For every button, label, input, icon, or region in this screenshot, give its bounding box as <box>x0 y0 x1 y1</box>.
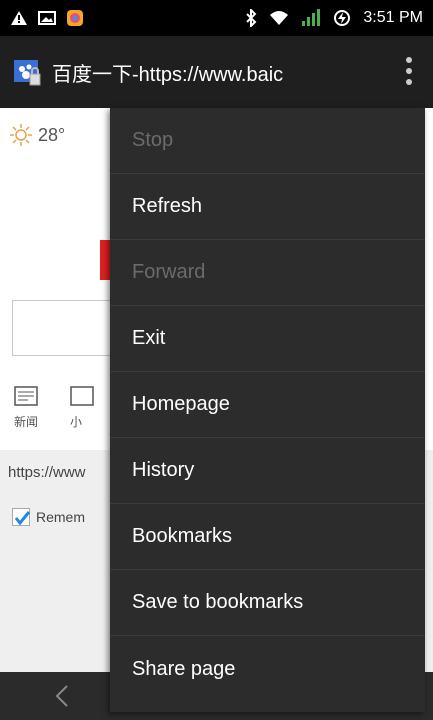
menu-item-label: History <box>132 459 195 481</box>
menu-item-label: Refresh <box>132 195 203 217</box>
status-bar: 3:51 PM <box>0 0 433 36</box>
weather-widget[interactable]: 28° <box>10 124 65 146</box>
menu-item-save-to-bookmarks[interactable]: Save to bookmarks <box>110 570 425 636</box>
image-notification-icon <box>38 10 56 26</box>
menu-item-forward: Forward <box>110 240 425 306</box>
checkbox-checked-icon[interactable] <box>12 508 31 526</box>
wifi-icon <box>269 10 289 26</box>
menu-item-label: Save to bookmarks <box>132 591 304 613</box>
temperature: 28° <box>38 124 66 145</box>
menu-item-label: Share page <box>132 657 236 680</box>
video-link[interactable]: 小 <box>70 386 94 430</box>
menu-item-exit[interactable]: Exit <box>110 306 425 372</box>
app-notification-icon <box>66 9 84 27</box>
warning-icon <box>10 10 28 26</box>
bluetooth-icon <box>245 9 257 27</box>
overflow-menu: Stop Refresh Forward Exit Homepage Histo… <box>110 108 425 712</box>
signal-icon <box>301 9 321 27</box>
menu-item-refresh[interactable]: Refresh <box>110 174 425 240</box>
menu-item-label: Homepage <box>132 393 230 415</box>
site-favicon-icon <box>12 57 42 87</box>
video-label: 小 <box>70 415 83 429</box>
menu-item-history[interactable]: History <box>110 438 425 504</box>
search-input[interactable] <box>12 300 122 356</box>
menu-item-stop: Stop <box>110 108 425 174</box>
baidu-logo-fragment <box>100 240 110 280</box>
news-link[interactable]: 新闻 <box>14 386 38 430</box>
news-icon <box>14 386 38 406</box>
menu-item-label: Exit <box>132 327 166 349</box>
battery-saver-icon <box>333 9 351 27</box>
menu-item-label: Stop <box>132 129 174 151</box>
menu-item-bookmarks[interactable]: Bookmarks <box>110 504 425 570</box>
menu-item-share-page[interactable]: Share page <box>110 636 425 702</box>
remember-checkbox[interactable]: Remem <box>12 508 122 526</box>
back-icon[interactable] <box>54 684 70 713</box>
status-time: 3:51 PM <box>363 9 423 26</box>
site-url: https://www <box>8 464 86 481</box>
menu-item-label: Bookmarks <box>132 525 233 547</box>
sun-icon <box>10 124 32 146</box>
menu-item-label: Forward <box>132 261 206 283</box>
page-title: 百度一下-https://www.baic <box>52 63 284 86</box>
news-label: 新闻 <box>14 415 39 429</box>
remember-label: Remem <box>36 509 86 525</box>
video-icon <box>70 386 94 406</box>
app-bar: 百度一下-https://www.baic <box>0 36 433 108</box>
menu-item-homepage[interactable]: Homepage <box>110 372 425 438</box>
overflow-menu-icon[interactable] <box>405 56 413 86</box>
